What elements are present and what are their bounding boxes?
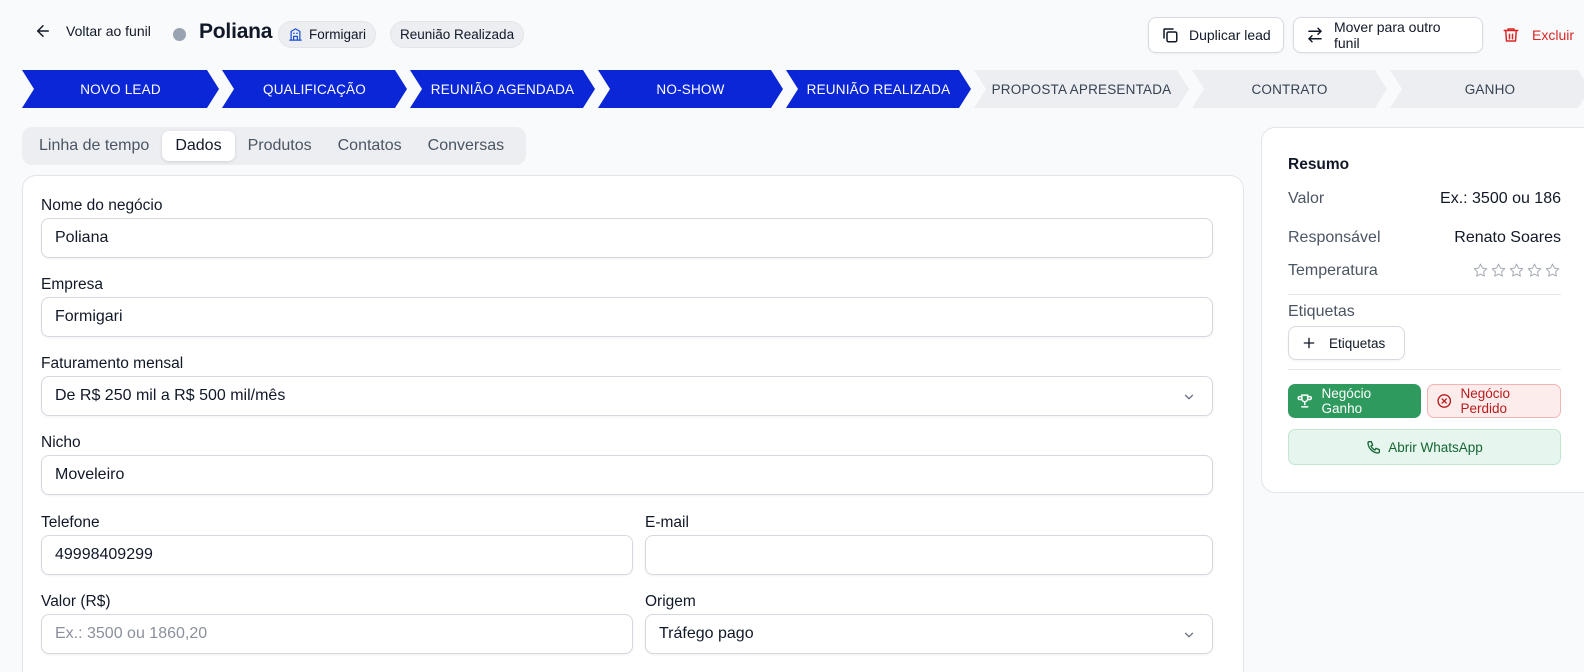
move-funnel-label: Mover para outro funil (1333, 19, 1441, 51)
deal-lost-button[interactable]: Negócio Perdido (1427, 384, 1561, 418)
tab-contatos[interactable]: Contatos (325, 131, 415, 161)
arrow-left-icon (37, 25, 49, 37)
star-icon[interactable] (1544, 262, 1561, 279)
deal-lost-label: Negócio Perdido (1460, 386, 1511, 416)
summary-temperature-label: Temperatura (1288, 262, 1378, 279)
summary-owner[interactable]: Renato Soares (1454, 229, 1561, 247)
back-label: Voltar ao funil (66, 23, 151, 39)
summary-value-row: Valor Ex.: 3500 ou 186 (1288, 190, 1561, 208)
chevron-down-icon (1184, 632, 1194, 638)
star-icon[interactable] (1472, 262, 1489, 279)
deal-name-label: Nome do negócio (41, 197, 163, 214)
status-dot (173, 28, 186, 41)
stage-ganho[interactable]: GANHO (1390, 70, 1584, 108)
origin-select[interactable]: Tráfego pago (645, 614, 1213, 654)
plus-icon (1303, 337, 1315, 349)
phone-label: Telefone (41, 514, 100, 531)
tab-conversas[interactable]: Conversas (415, 131, 517, 161)
niche-label: Nicho (41, 434, 81, 451)
deal-name-input[interactable]: Poliana (41, 218, 1213, 258)
add-tags-label: Etiquetas (1329, 335, 1386, 351)
tab-timeline[interactable]: Linha de tempo (26, 131, 162, 161)
stage-novo-lead[interactable]: NOVO LEAD (22, 70, 219, 108)
duplicate-lead-label: Duplicar lead (1189, 27, 1271, 43)
stage-reuniao-realizada[interactable]: REUNIÃO REALIZADA (786, 70, 971, 108)
trash-icon (1503, 28, 1519, 42)
tab-produtos[interactable]: Produtos (235, 131, 325, 161)
stage-chip-label: Reunião Realizada (400, 27, 515, 42)
value-input[interactable]: Ex.: 3500 ou 1860,20 (41, 614, 633, 654)
stage-proposta-apresentada[interactable]: PROPOSTA APRESENTADA (974, 70, 1189, 108)
summary-title: Resumo (1288, 156, 1350, 173)
summary-owner-row: Responsável Renato Soares (1288, 229, 1561, 247)
duplicate-lead-button[interactable]: Duplicar lead (1148, 17, 1284, 53)
chevron-down-icon (1184, 394, 1194, 400)
stage-chip: Reunião Realizada (390, 21, 525, 48)
x-circle-icon (1437, 394, 1452, 408)
star-icon[interactable] (1526, 262, 1543, 279)
deal-won-label: Negócio Ganho (1321, 386, 1372, 416)
phone-input[interactable]: 49998409299 (41, 535, 633, 575)
open-whatsapp-button[interactable]: Abrir WhatsApp (1288, 429, 1561, 465)
summary-tags-label: Etiquetas (1288, 303, 1355, 320)
summary-tags-row: Etiquetas (1288, 303, 1561, 321)
summary-temperature-row: Temperatura (1288, 262, 1561, 280)
summary-value[interactable]: Ex.: 3500 ou 186 (1440, 190, 1561, 208)
company-input[interactable]: Formigari (41, 297, 1213, 337)
revenue-label: Faturamento mensal (41, 355, 184, 372)
origin-label: Origem (645, 593, 696, 610)
building-icon (289, 28, 302, 41)
move-funnel-button[interactable]: Mover para outro funil (1293, 17, 1483, 53)
trophy-icon (1297, 394, 1313, 408)
star-icon[interactable] (1508, 262, 1525, 279)
origin-select-value: Tráfego pago (659, 625, 754, 642)
niche-input[interactable]: Moveleiro (41, 455, 1213, 495)
lead-title: Poliana (199, 20, 273, 43)
stage-contrato[interactable]: CONTRATO (1192, 70, 1387, 108)
stage-no-show[interactable]: NO-SHOW (598, 70, 783, 108)
phone-icon (1367, 441, 1381, 454)
deal-won-button[interactable]: Negócio Ganho (1288, 384, 1421, 418)
stage-reuniao-agendada[interactable]: REUNIÃO AGENDADA (410, 70, 595, 108)
summary-owner-label: Responsável (1288, 229, 1381, 246)
copy-icon (1163, 28, 1178, 43)
add-tags-button[interactable]: Etiquetas (1288, 326, 1405, 360)
back-to-funnel-button[interactable]: Voltar ao funil (34, 22, 151, 40)
delete-button[interactable]: Excluir (1502, 17, 1574, 53)
email-label: E-mail (645, 514, 689, 531)
company-chip[interactable]: Formigari (278, 21, 377, 48)
revenue-select[interactable]: De R$ 250 mil a R$ 500 mil/mês (41, 376, 1213, 416)
email-input[interactable] (645, 535, 1213, 575)
company-label: Empresa (41, 276, 104, 293)
value-label: Valor (R$) (41, 593, 111, 610)
company-chip-label: Formigari (309, 27, 367, 42)
arrows-swap-icon (1308, 27, 1322, 43)
lead-form-card: Nome do negócio Poliana Empresa Formigar… (22, 175, 1244, 672)
stage-qualificacao[interactable]: QUALIFICAÇÃO (222, 70, 407, 108)
temperature-stars[interactable] (1472, 262, 1561, 280)
open-whatsapp-label: Abrir WhatsApp (1388, 439, 1483, 455)
revenue-select-value: De R$ 250 mil a R$ 500 mil/mês (55, 387, 286, 404)
divider (1288, 294, 1561, 295)
summary-card: Resumo Valor Ex.: 3500 ou 186 Responsáve… (1261, 127, 1584, 493)
tab-bar: Linha de tempo Dados Produtos Contatos C… (22, 127, 526, 165)
top-bar: Voltar ao funil Poliana Formigari Reuniã… (0, 0, 1584, 66)
pipeline-stages: NOVO LEAD QUALIFICAÇÃO REUNIÃO AGENDADA … (22, 70, 1584, 108)
star-icon[interactable] (1490, 262, 1507, 279)
summary-value-label: Valor (1288, 190, 1325, 207)
divider (1288, 369, 1561, 370)
delete-label: Excluir (1532, 27, 1575, 43)
tab-dados[interactable]: Dados (162, 131, 235, 161)
